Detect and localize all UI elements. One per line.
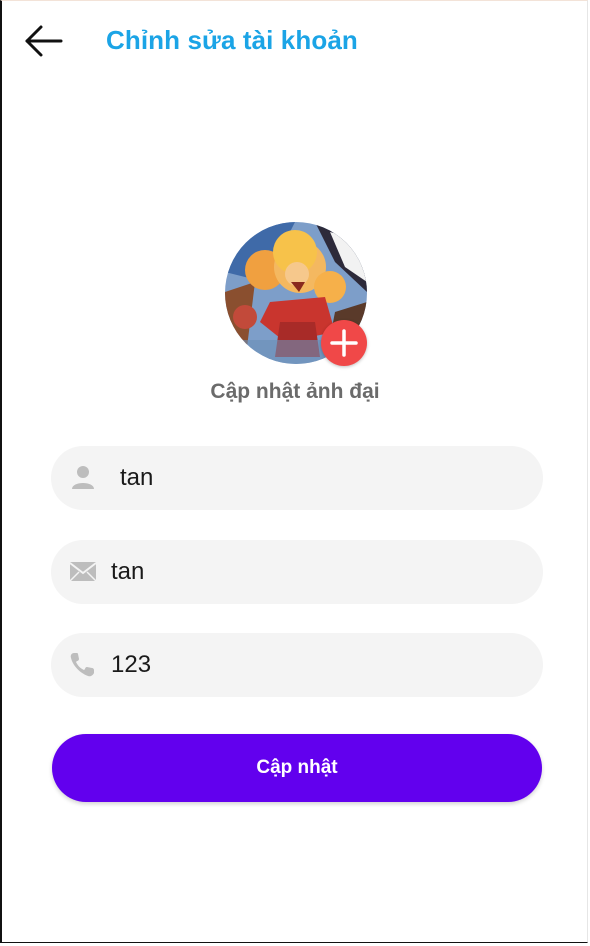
add-photo-button[interactable] xyxy=(321,320,367,366)
avatar-caption: Cập nhật ảnh đại xyxy=(210,380,380,403)
plus-icon xyxy=(330,329,358,357)
edit-account-screen: Chỉnh sửa tài khoản Cập nhật ảnh đại tan… xyxy=(0,0,588,943)
back-button[interactable] xyxy=(22,23,66,59)
name-field[interactable] xyxy=(51,446,543,510)
update-button[interactable]: Cập nhật xyxy=(52,734,542,802)
arrow-left-icon xyxy=(25,25,63,57)
phone-input[interactable] xyxy=(111,633,491,697)
email-input[interactable] xyxy=(111,540,491,604)
avatar-picker[interactable] xyxy=(225,222,371,368)
person-icon xyxy=(69,465,97,491)
phone-icon xyxy=(69,652,97,678)
envelope-icon xyxy=(69,559,97,585)
email-field[interactable] xyxy=(51,540,543,604)
name-input[interactable] xyxy=(120,446,500,510)
phone-field[interactable] xyxy=(51,633,543,697)
page-title: Chỉnh sửa tài khoản xyxy=(106,25,358,55)
